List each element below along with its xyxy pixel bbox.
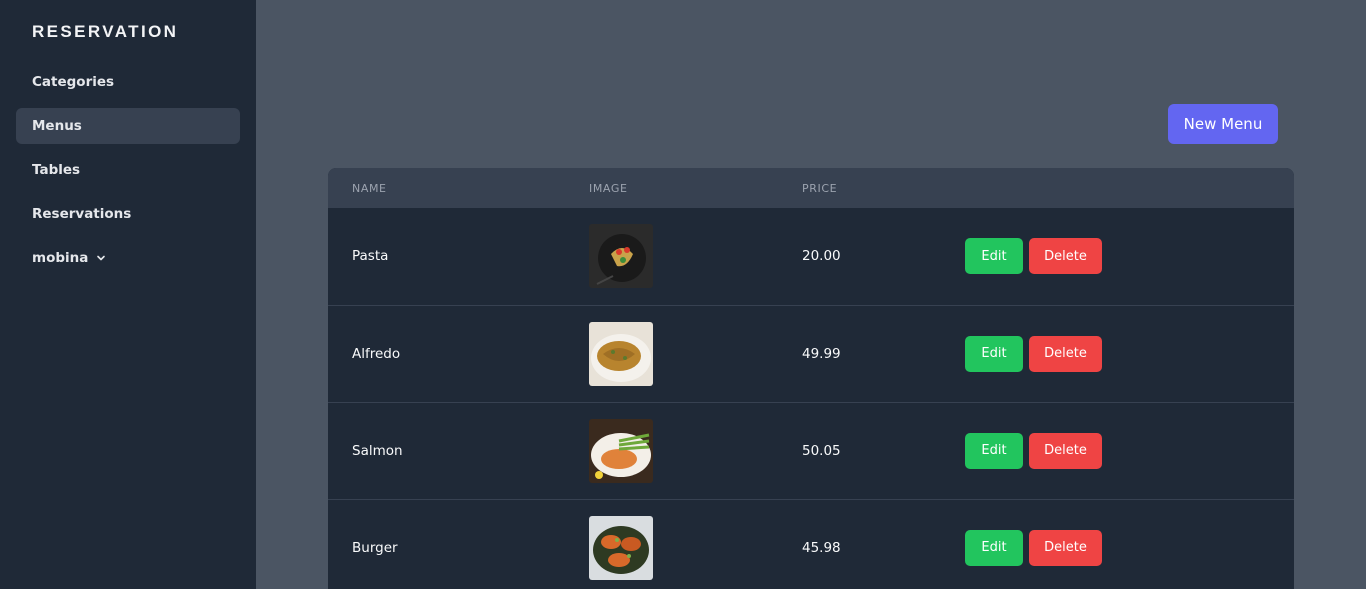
menus-table: NAME IMAGE PRICE Pasta 20.00 Edit Delete… [328,168,1294,589]
table-row: Burger 45.98 Edit Delete [328,499,1294,589]
menu-name: Salmon [352,442,403,459]
user-name: mobina [32,250,89,266]
sidebar-item-label: Tables [32,162,81,178]
edit-button[interactable]: Edit [965,432,1023,469]
sidebar-item-label: Categories [32,74,115,90]
sidebar-item-menus[interactable]: Menus [16,108,240,144]
column-header-name: NAME [352,181,387,195]
delete-button[interactable]: Delete [1029,335,1102,372]
column-header-price: PRICE [802,181,838,195]
edit-button[interactable]: Edit [965,238,1023,275]
sidebar-item-tables[interactable]: Tables [16,152,240,188]
table-row: Alfredo 49.99 Edit Delete [328,305,1294,402]
sidebar: RESERVATION Categories Menus Tables Rese… [0,0,256,589]
pasta-image [589,224,653,289]
menu-name: Alfredo [352,345,401,362]
salmon-image [589,418,653,483]
sidebar-item-categories[interactable]: Categories [16,64,240,100]
menu-price: 45.98 [802,539,841,556]
alfredo-image [589,321,653,386]
menu-price: 50.05 [802,442,841,459]
delete-button[interactable]: Delete [1029,529,1102,566]
delete-button[interactable]: Delete [1029,238,1102,275]
menu-name: Pasta [352,248,389,265]
menu-price: 49.99 [802,345,841,362]
menu-name: Burger [352,539,398,556]
sidebar-item-label: Menus [32,118,82,134]
menu-price: 20.00 [802,248,841,265]
table-header-row: NAME IMAGE PRICE [328,168,1294,208]
table-row: Salmon 50.05 Edit Delete [328,402,1294,499]
edit-button[interactable]: Edit [965,529,1023,566]
column-header-actions [941,168,1294,208]
column-header-image: IMAGE [589,181,628,195]
burger-image [589,515,653,580]
delete-button[interactable]: Delete [1029,432,1102,469]
sidebar-item-label: Reservations [32,206,132,222]
chevron-down-icon [96,253,106,263]
user-menu[interactable]: mobina [16,240,240,276]
new-menu-button[interactable]: New Menu [1168,104,1278,144]
table-row: Pasta 20.00 Edit Delete [328,208,1294,305]
main-content: New Menu NAME IMAGE PRICE Pasta 20.00 Ed… [256,0,1366,589]
brand-title: RESERVATION [32,22,179,41]
edit-button[interactable]: Edit [965,335,1023,372]
sidebar-item-reservations[interactable]: Reservations [16,196,240,232]
